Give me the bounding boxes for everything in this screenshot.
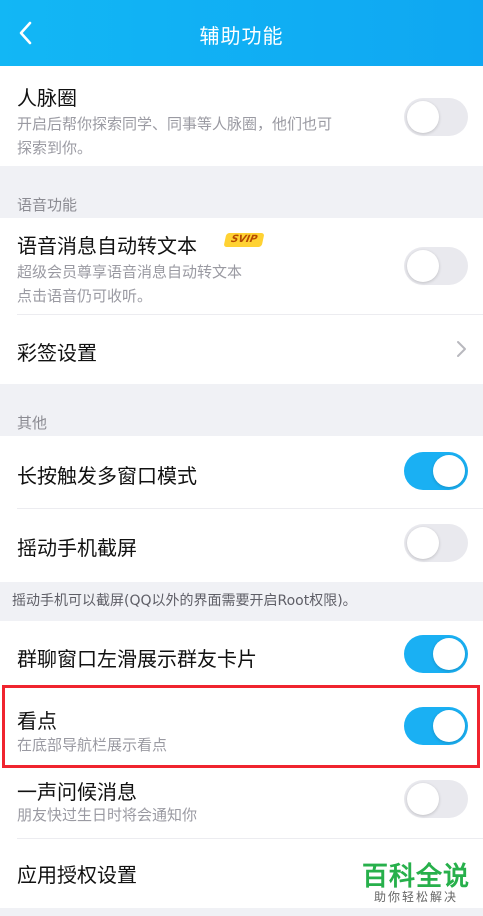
toggle-knob bbox=[433, 638, 465, 670]
voice-to-text-desc-line1: 超级会员尊享语音消息自动转文本 bbox=[17, 263, 243, 281]
row-voice-to-text[interactable]: 语音消息自动转文本 SVIP 超级会员尊享语音消息自动转文本 点击语音仍可收听。 bbox=[0, 218, 483, 314]
group-other: 长按触发多窗口模式 摇动手机截屏 bbox=[0, 436, 483, 582]
row-caiqian[interactable]: 彩签设置 bbox=[0, 315, 483, 384]
toggle-knob bbox=[407, 101, 439, 133]
group-voice: 语音消息自动转文本 SVIP 超级会员尊享语音消息自动转文本 点击语音仍可收听。… bbox=[0, 218, 483, 384]
page-title: 辅助功能 bbox=[199, 24, 284, 48]
long-press-toggle[interactable] bbox=[404, 452, 468, 490]
row-shake[interactable]: 摇动手机截屏 bbox=[0, 509, 483, 582]
row-group-swipe[interactable]: 群聊窗口左滑展示群友卡片 bbox=[0, 621, 483, 687]
toggle-knob bbox=[407, 250, 439, 282]
voice-to-text-desc-line2: 点击语音仍可收听。 bbox=[17, 287, 153, 305]
toggle-knob bbox=[433, 455, 465, 487]
renmai-desc-line1: 开启后帮你探索同学、同事等人脉圈，他们也可 bbox=[17, 115, 333, 133]
greeting-title: 一声问候消息 bbox=[17, 780, 137, 804]
renmai-desc-line2: 探索到你。 bbox=[17, 139, 93, 157]
greeting-toggle[interactable] bbox=[404, 780, 468, 818]
row-renmai[interactable]: 人脉圈 开启后帮你探索同学、同事等人脉圈，他们也可 探索到你。 bbox=[0, 66, 483, 166]
toggle-knob bbox=[407, 527, 439, 559]
group-swipe-title: 群聊窗口左滑展示群友卡片 bbox=[17, 647, 257, 671]
section-label-voice: 语音功能 bbox=[17, 196, 78, 214]
greeting-desc: 朋友快过生日时将会通知你 bbox=[17, 806, 198, 824]
voice-to-text-title: 语音消息自动转文本 bbox=[17, 234, 197, 258]
group-renmai: 人脉圈 开启后帮你探索同学、同事等人脉圈，他们也可 探索到你。 bbox=[0, 66, 483, 166]
row-long-press[interactable]: 长按触发多窗口模式 bbox=[0, 436, 483, 508]
renmai-toggle[interactable] bbox=[404, 98, 468, 136]
row-greeting[interactable]: 一声问候消息 朋友快过生日时将会通知你 bbox=[0, 768, 483, 838]
group-swipe-toggle[interactable] bbox=[404, 635, 468, 673]
nav-header: 辅助功能 bbox=[0, 0, 483, 66]
svip-badge: SVIP bbox=[223, 233, 265, 247]
shake-toggle[interactable] bbox=[404, 524, 468, 562]
toggle-knob bbox=[407, 783, 439, 815]
chevron-right-icon bbox=[457, 341, 466, 357]
renmai-title: 人脉圈 bbox=[17, 86, 77, 110]
highlight-box bbox=[2, 685, 480, 768]
app-auth-title: 应用授权设置 bbox=[17, 863, 137, 887]
watermark-logo: 百科全说 助你轻松解决 bbox=[356, 856, 476, 908]
long-press-title: 长按触发多窗口模式 bbox=[17, 464, 197, 488]
shake-note: 摇动手机可以截屏(QQ以外的界面需要开启Root权限)。 bbox=[12, 593, 357, 609]
watermark-sub: 助你轻松解决 bbox=[373, 890, 458, 904]
caiqian-title: 彩签设置 bbox=[17, 341, 97, 365]
section-label-other: 其他 bbox=[17, 414, 48, 432]
shake-title: 摇动手机截屏 bbox=[17, 536, 137, 560]
voice-to-text-toggle[interactable] bbox=[404, 247, 468, 285]
